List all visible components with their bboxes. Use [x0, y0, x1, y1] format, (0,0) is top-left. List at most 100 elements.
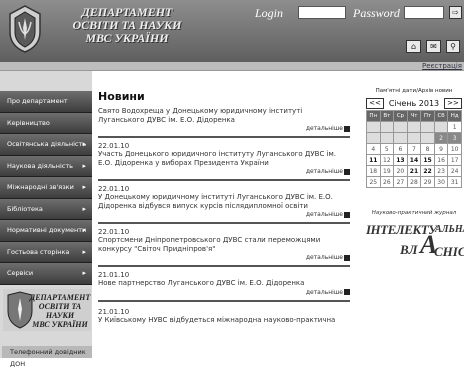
calendar-day[interactable]: 19: [379, 165, 395, 177]
calendar-day[interactable]: 9: [433, 143, 449, 155]
sidebar-item-science[interactable]: Наукова діяльність ▸: [0, 155, 92, 177]
sidebar-item-leadership[interactable]: Керівництво: [0, 112, 92, 134]
calendar-empty-cell: [406, 121, 422, 133]
sidebar-item-library[interactable]: Бібліотека ▸: [0, 198, 92, 220]
calendar-day[interactable]: 13: [393, 154, 408, 166]
calendar-empty-cell: [420, 121, 435, 133]
calendar-day[interactable]: 17: [447, 154, 462, 166]
calendar-day[interactable]: 14: [406, 154, 422, 166]
calendar-day[interactable]: 30: [433, 176, 449, 188]
sidebar-item-about[interactable]: Про департамент: [0, 91, 92, 113]
square-icon: [344, 254, 350, 261]
news-item: 21.01.10 Нове партнерство Луганського ДУ…: [98, 271, 350, 302]
calendar-day[interactable]: 23: [433, 165, 449, 177]
journal-heading: Науково-практичний журнал: [371, 210, 457, 216]
sidebar-item-label: Освітянська діяльність: [7, 140, 87, 148]
chevron-right-icon: ▸: [82, 247, 86, 256]
calendar-day[interactable]: 21: [406, 165, 422, 177]
chevron-right-icon: ▸: [82, 204, 86, 213]
calendar-day[interactable]: 27: [393, 176, 408, 188]
prev-month-button[interactable]: <<: [366, 98, 384, 109]
calendar-day[interactable]: 22: [420, 165, 435, 177]
sidebar-item-services[interactable]: Сервіси ▸: [0, 263, 92, 285]
calendar-day[interactable]: 18: [366, 165, 381, 177]
site-header: ДЕПАРТАМЕНТ ОСВІТИ ТА НАУКИ МВС УКРАЇНИ …: [0, 0, 464, 62]
more-label: детальніше: [305, 288, 343, 296]
calendar-day[interactable]: 16: [433, 154, 449, 166]
site-title[interactable]: ДЕПАРТАМЕНТ ОСВІТИ ТА НАУКИ МВС УКРАЇНИ: [52, 6, 202, 45]
calendar-day[interactable]: 28: [406, 176, 422, 188]
journal-banner[interactable]: ІНТЕЛЕКТУ АЛЬНА ВЛ A СНІСТЬ: [364, 220, 464, 270]
calendar-day[interactable]: 15: [420, 154, 435, 166]
calendar-day[interactable]: 11: [366, 154, 381, 166]
calendar-grid: Пн Вт Ср Чт Пт Сб Нд 1 2 3 4 5 6 7 8 9 10 11 12 13 14 15 16 17…: [366, 110, 462, 188]
calendar-day[interactable]: 10: [447, 143, 462, 155]
sidebar-item-guestbook[interactable]: Гостьова сторінка ▸: [0, 241, 92, 263]
calendar-day[interactable]: 6: [393, 143, 408, 155]
calendar-day[interactable]: 5: [379, 143, 395, 155]
news-item: 22.01.10 Участь Донецького юридичного ін…: [98, 142, 350, 181]
calendar-day[interactable]: 25: [366, 176, 381, 188]
calendar-week: 4 5 6 7 8 9 10: [366, 143, 462, 155]
square-icon: [344, 125, 350, 132]
more-link[interactable]: детальніше: [98, 210, 350, 220]
calendar-day[interactable]: 31: [447, 176, 462, 188]
sidebar-item-label: Нормативні документи: [7, 226, 87, 234]
more-link[interactable]: детальніше: [98, 288, 350, 298]
news-text[interactable]: Участь Донецького юридичного інституту Л…: [98, 150, 350, 167]
calendar-day[interactable]: 2: [433, 132, 449, 144]
news-text[interactable]: У Київському НУВС відбудеться міжнародна…: [98, 316, 350, 325]
calendar-day[interactable]: 24: [447, 165, 462, 177]
login-field[interactable]: [298, 6, 346, 19]
calendar-week: 25 26 27 28 29 30 31: [366, 176, 462, 188]
calendar-day[interactable]: 26: [379, 176, 395, 188]
news-text[interactable]: Нове партнерство Луганського ДУВС ім. Е.…: [98, 279, 350, 288]
calendar-day[interactable]: 8: [420, 143, 435, 155]
square-icon: [344, 289, 350, 295]
login-submit-button[interactable]: ⇨: [449, 6, 462, 19]
calendar-empty-cell: [379, 121, 395, 133]
more-link[interactable]: детальніше: [98, 167, 350, 177]
news-text[interactable]: Свято Водохреща у Донецькому юридичному …: [98, 107, 350, 124]
calendar-day[interactable]: 1: [447, 121, 462, 133]
calendar-day[interactable]: 20: [393, 165, 408, 177]
chevron-right-icon: ▸: [82, 161, 86, 170]
news-item: Свято Водохреща у Донецькому юридичному …: [98, 107, 350, 138]
calendar-day[interactable]: 29: [420, 176, 435, 188]
news-item: 21.01.10 У Київському НУВС відбудеться м…: [98, 308, 350, 325]
calendar-empty-cell: [393, 132, 408, 144]
news-date: 21.01.10: [98, 307, 130, 316]
department-badge[interactable]: ДЕПАРТАМЕНТ ОСВІТИ ТА НАУКИ МВС УКРАЇНИ: [3, 289, 91, 331]
sidebar-item-international[interactable]: Міжнародні зв'язки ▸: [0, 177, 92, 199]
news-text[interactable]: Спортсмени Дніпропетровського ДУВС стали…: [98, 236, 350, 253]
more-link[interactable]: детальніше: [98, 124, 350, 134]
journal-title-c: ВЛ: [400, 242, 418, 257]
badge-line-3: МВС УКРАЇНИ: [32, 320, 88, 329]
news-item: 22.01.10 Спортсмени Дніпропетровського Д…: [98, 228, 350, 267]
calendar-day[interactable]: 4: [366, 143, 381, 155]
sidebar-item-documents[interactable]: Нормативні документи ▸: [0, 220, 92, 242]
next-month-button[interactable]: >>: [444, 98, 462, 109]
sidebar-item-label: Бібліотека: [7, 204, 43, 213]
calendar-day[interactable]: 7: [406, 143, 422, 155]
password-field[interactable]: [404, 6, 444, 19]
calendar-day[interactable]: 3: [447, 132, 462, 144]
calendar-nav: << Січень 2013 >>: [366, 98, 462, 109]
sidebar-item-education[interactable]: Освітянська діяльність ▸: [0, 134, 92, 156]
register-link[interactable]: Реєстрація: [422, 62, 462, 70]
news-section: Новини Свято Водохреща у Донецькому юрид…: [98, 90, 350, 324]
weekday-header: Пт: [420, 110, 435, 122]
chevron-right-icon: ▸: [82, 269, 86, 277]
sidebar-item-label: Сервіси: [7, 269, 34, 277]
home-icon[interactable]: ⌂: [406, 40, 421, 53]
calendar-day[interactable]: 12: [379, 154, 395, 166]
search-icon[interactable]: ⚲: [446, 40, 460, 53]
police-emblem-icon: [9, 5, 41, 53]
phone-directory-link[interactable]: Телефонний довідник ДОН: [2, 346, 92, 368]
more-link[interactable]: детальніше: [98, 253, 350, 263]
news-text[interactable]: У Донецькому юридичному інституті Луганс…: [98, 193, 350, 210]
more-label: детальніше: [305, 125, 343, 132]
password-label: Password: [353, 6, 400, 20]
chevron-right-icon: ▸: [82, 226, 86, 234]
mail-icon[interactable]: ✉: [426, 40, 441, 53]
